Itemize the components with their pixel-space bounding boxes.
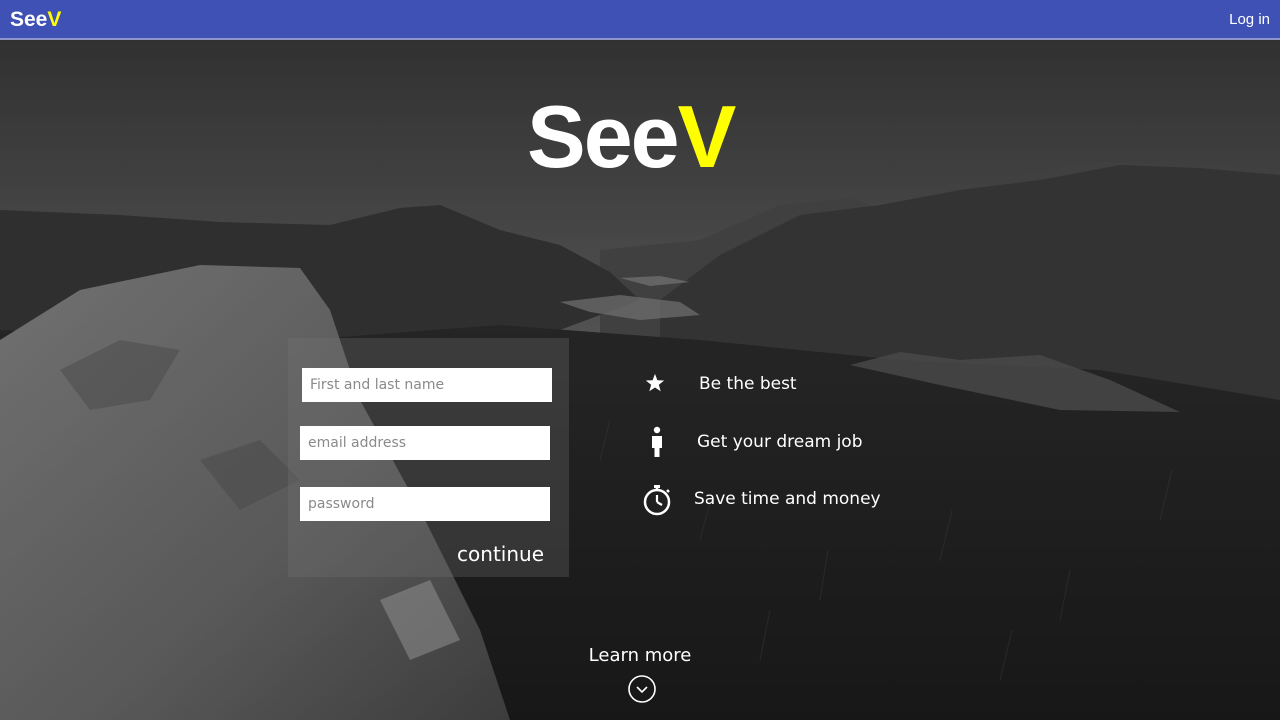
- feature-text: Save time and money: [694, 489, 881, 509]
- login-link[interactable]: Log in: [1229, 10, 1270, 30]
- feature-text: Get your dream job: [697, 432, 863, 452]
- feature-item-best: Be the best: [640, 372, 840, 398]
- top-navbar: SeeV Log in: [0, 0, 1280, 40]
- continue-button[interactable]: continue: [448, 540, 544, 568]
- feature-item-save: Save time and money: [640, 484, 900, 516]
- nav-logo-accent: V: [47, 8, 62, 31]
- person-icon: [652, 426, 662, 457]
- feature-item-dream-job: Get your dream job: [640, 426, 880, 458]
- learn-more-link[interactable]: Learn more: [560, 644, 720, 668]
- star-icon: [645, 373, 665, 392]
- email-field[interactable]: [300, 426, 550, 460]
- nav-logo[interactable]: SeeV: [10, 6, 61, 34]
- feature-text: Be the best: [699, 374, 797, 394]
- nav-logo-main: See: [10, 8, 48, 31]
- chevron-down-circle-icon[interactable]: [627, 674, 657, 704]
- hero-logo-main: See: [527, 87, 680, 186]
- hero-logo: SeeV: [527, 92, 753, 182]
- signup-form-panel: continue: [288, 338, 569, 577]
- stopwatch-icon: [643, 485, 671, 516]
- hero-logo-accent: V: [677, 87, 737, 186]
- page: SeeV Log in SeeV First and last name ema…: [0, 0, 1280, 720]
- name-field[interactable]: [302, 368, 552, 402]
- password-field[interactable]: [300, 487, 550, 521]
